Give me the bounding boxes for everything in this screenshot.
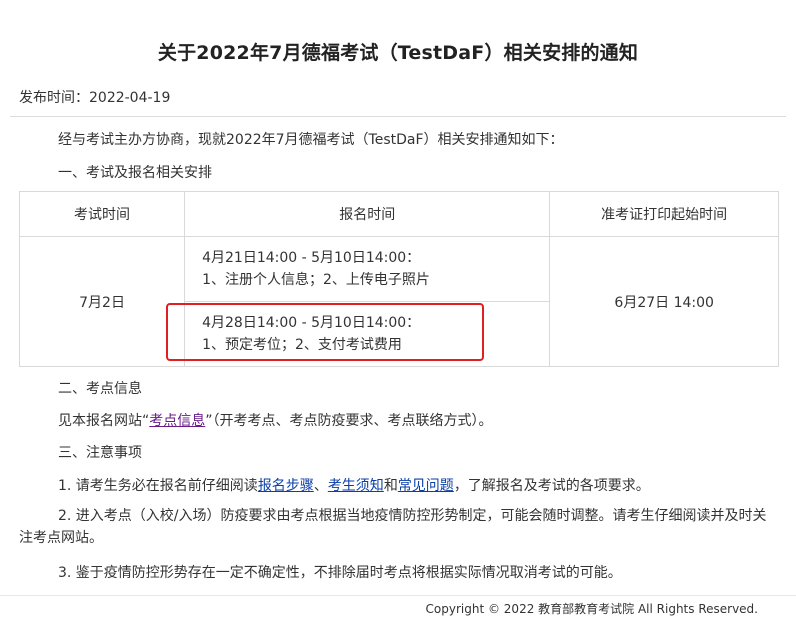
copyright-text: Copyright © 2022 教育部教育考试院 All Rights Res… bbox=[425, 602, 758, 616]
text: ，了解报名及考试的各项要求。 bbox=[453, 478, 650, 494]
notice-page: 关于2022年7月德福考试（TestDaF）相关安排的通知 发布时间：2022-… bbox=[0, 0, 796, 621]
note-1: 1. 请考生务必在报名前仔细阅读报名步骤、考生须知和常见问题，了解报名及考试的各… bbox=[58, 475, 650, 495]
candidate-notice-link[interactable]: 考生须知 bbox=[328, 478, 384, 494]
section-heading-exam-arrangement: 一、考试及报名相关安排 bbox=[58, 165, 212, 181]
intro-paragraph: 经与考试主办方协商，现就2022年7月德福考试（TestDaF）相关安排通知如下… bbox=[58, 132, 564, 148]
test-center-info-link[interactable]: 考点信息 bbox=[149, 413, 205, 429]
table-header-exam-date: 考试时间 bbox=[18, 191, 186, 237]
exam-date-cell: 7月2日 bbox=[18, 236, 186, 367]
table-header-row: 考试时间 报名时间 准考证打印起始时间 bbox=[18, 191, 779, 237]
period-range: 4月21日14:00 - 5月10日14:00： bbox=[202, 250, 421, 266]
highlight-annotation-box bbox=[166, 303, 484, 361]
text: 和 bbox=[383, 478, 398, 494]
registration-steps-link[interactable]: 报名步骤 bbox=[258, 478, 314, 494]
text: ”（开考考点、考点防疫要求、考点联络方式）。 bbox=[205, 413, 493, 429]
test-center-paragraph: 见本报名网站“考点信息”（开考考点、考点防疫要求、考点联络方式）。 bbox=[58, 410, 493, 430]
section-heading-notes: 三、注意事项 bbox=[58, 445, 142, 461]
text: 、 bbox=[313, 478, 328, 494]
header-divider bbox=[10, 116, 786, 117]
page-title: 关于2022年7月德福考试（TestDaF）相关安排的通知 bbox=[157, 42, 639, 64]
note-2: 2. 进入考点（入校/入场）防疫要求由考点根据当地疫情防控形势制定，可能会随时调… bbox=[19, 508, 767, 546]
footer-divider bbox=[0, 595, 796, 596]
table-row: 7月2日 4月21日14:00 - 5月10日14:00： 1、注册个人信息；2… bbox=[18, 236, 779, 367]
period-tasks: 1、注册个人信息；2、上传电子照片 bbox=[202, 272, 430, 288]
faq-link[interactable]: 常见问题 bbox=[398, 478, 454, 494]
table-header-admit-print: 准考证打印起始时间 bbox=[549, 191, 779, 237]
section-heading-test-centers: 二、考点信息 bbox=[58, 381, 142, 397]
note-3: 3. 鉴于疫情防控形势存在一定不确定性，不排除届时考点将根据实际情况取消考试的可… bbox=[58, 565, 622, 581]
publish-date: 发布时间：2022-04-19 bbox=[19, 90, 171, 106]
text: 1. 请考生务必在报名前仔细阅读 bbox=[58, 478, 258, 494]
registration-period-1: 4月21日14:00 - 5月10日14:00： 1、注册个人信息；2、上传电子… bbox=[184, 236, 551, 302]
admit-print-cell: 6月27日 14:00 bbox=[549, 236, 779, 367]
table-header-registration-period: 报名时间 bbox=[184, 191, 551, 237]
text: 见本报名网站“ bbox=[58, 413, 150, 429]
